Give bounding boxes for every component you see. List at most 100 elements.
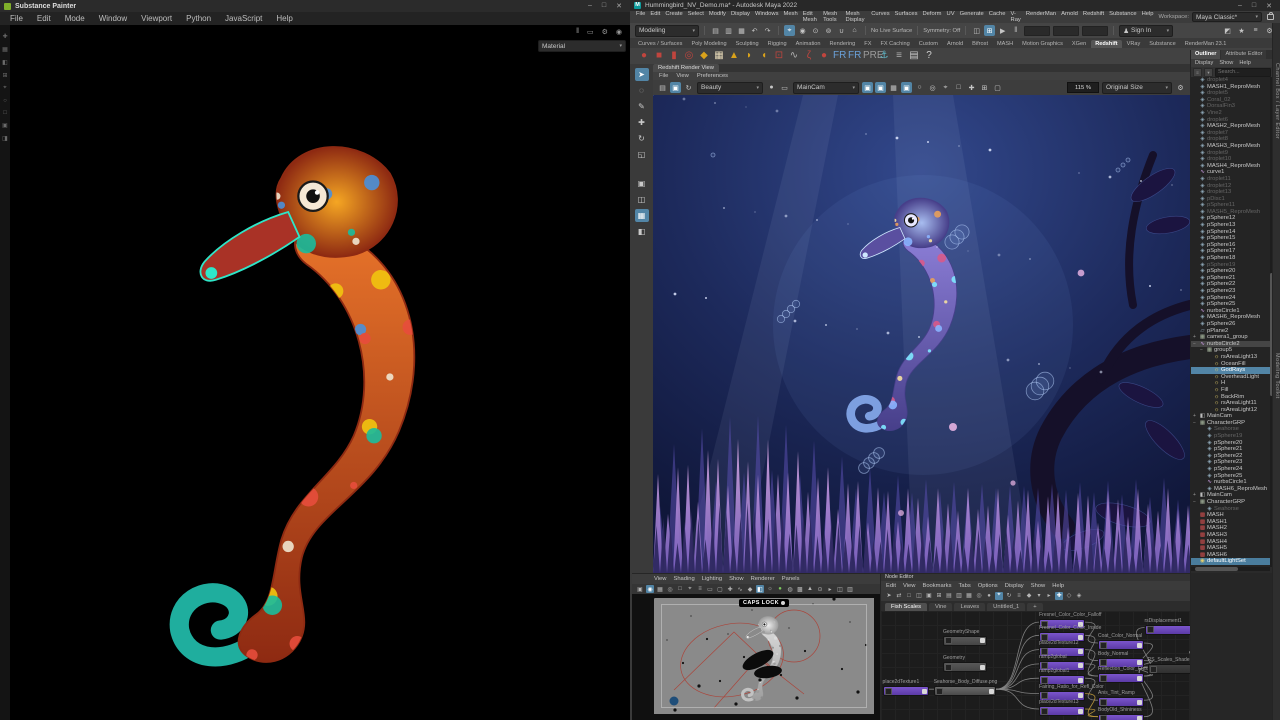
outliner-menu-item[interactable]: Display	[1195, 60, 1213, 66]
outliner-item[interactable]: droplet12	[1191, 183, 1270, 190]
maya-menu-item[interactable]: Mesh	[784, 11, 798, 23]
exposure-icon[interactable]: ▥	[846, 585, 854, 593]
layout-icon[interactable]: ◫	[915, 592, 923, 600]
node-coat-color-normal[interactable]: Coat_Color_Normal	[1098, 633, 1144, 650]
fill-tool-icon[interactable]: ▣	[2, 122, 8, 129]
shelf-tab-renderman-23-1[interactable]: RenderMan 23.1	[1181, 40, 1231, 48]
minimize-icon[interactable]: –	[1238, 2, 1242, 10]
close-icon[interactable]: ✕	[616, 2, 622, 10]
outliner-item[interactable]: + MainCam	[1191, 413, 1270, 420]
lock-icon[interactable]: ⌖	[995, 592, 1003, 600]
pause-icon[interactable]: ‖	[1010, 25, 1021, 36]
maya-menu-item[interactable]: RenderMan	[1026, 11, 1056, 23]
move-tool-icon[interactable]: ✚	[635, 116, 649, 129]
shelf-tab-rigging[interactable]: Rigging	[764, 40, 791, 48]
outliner-item[interactable]: − group5	[1191, 347, 1270, 354]
pan-icon[interactable]: ✚	[966, 82, 977, 93]
layout-icon[interactable]: ⊞	[2, 72, 7, 79]
outliner-item[interactable]: droplet9	[1191, 150, 1270, 157]
blob-icon[interactable]: ●	[818, 50, 830, 62]
node-bodyold-shininess[interactable]: BodyOld_Shininess	[1098, 707, 1144, 720]
outliner-item[interactable]: nurbsCircle1	[1191, 308, 1270, 315]
outliner-item[interactable]: MASH6	[1191, 552, 1270, 559]
outliner-item[interactable]: droplet4	[1191, 77, 1270, 84]
outliner-item[interactable]: pSphere23	[1191, 459, 1270, 466]
graph-icon[interactable]: ▣	[925, 592, 933, 600]
node-editor-tab-leaves[interactable]: Leaves	[954, 603, 985, 611]
outliner-item[interactable]: GodRays	[1191, 367, 1270, 374]
plane-icon[interactable]: ◆	[698, 50, 710, 62]
outliner-item[interactable]: Seahorse	[1191, 426, 1270, 433]
outliner-hscrollbar[interactable]	[1191, 567, 1270, 571]
viewport-canvas[interactable]: 000000000000000000000 CAPS LOCK	[632, 594, 880, 720]
close-icon[interactable]: ✕	[1266, 2, 1272, 10]
render-view-tab[interactable]: Redshift Render View	[653, 64, 719, 72]
outliner-item[interactable]: pSphere25	[1191, 301, 1270, 308]
add-node-icon[interactable]: ⊞	[935, 592, 943, 600]
maya-menu-item[interactable]: Arnold	[1061, 11, 1078, 23]
crop-icon[interactable]: ▭	[779, 82, 790, 93]
node-editor-menu-item[interactable]: Tabs	[958, 583, 970, 589]
snap-point-icon[interactable]: ⊙	[810, 25, 821, 36]
redo-icon[interactable]: ↷	[762, 25, 773, 36]
layout-single-icon[interactable]: ▣	[635, 177, 649, 190]
circle-tool-icon[interactable]: ○	[3, 98, 7, 104]
shelf-tab-mash[interactable]: MASH	[993, 40, 1017, 48]
outliner-item[interactable]: Vine2	[1191, 110, 1270, 117]
construction-history-icon[interactable]: ◫	[971, 25, 982, 36]
outliner-item[interactable]: MASH1	[1191, 519, 1270, 526]
outliner-item[interactable]: MASH3	[1191, 532, 1270, 539]
render-view-menu-item[interactable]: View	[676, 73, 688, 79]
shelf-tab-rendering[interactable]: Rendering	[825, 40, 859, 48]
poly-sphere-icon[interactable]: ●	[638, 50, 650, 62]
io-connections-icon[interactable]: ▥	[955, 592, 963, 600]
sp-menu-item[interactable]: Edit	[37, 14, 51, 23]
outliner-item[interactable]: MASH1_ReproMesh	[1191, 84, 1270, 91]
outliner-item[interactable]: pSphere20	[1191, 440, 1270, 447]
favorites-icon[interactable]: ★	[1236, 25, 1247, 36]
search-input[interactable]	[1215, 68, 1271, 77]
maya-menu-item[interactable]: Generate	[960, 11, 984, 23]
panel-icon[interactable]: ◨	[2, 135, 8, 142]
full-mode-icon[interactable]: ◈	[1075, 592, 1083, 600]
maya-menu-item[interactable]: Create	[665, 11, 682, 23]
spiral-icon[interactable]: ζ	[803, 50, 815, 62]
outliner-item[interactable]: pSphere14	[1191, 229, 1270, 236]
outliner-item[interactable]: droplet11	[1191, 176, 1270, 183]
maya-menu-item[interactable]: Modify	[709, 11, 726, 23]
add-tab-button[interactable]: +	[1027, 603, 1042, 611]
snap-icon[interactable]: ✚	[726, 585, 734, 593]
outliner-item[interactable]: pSphere13	[1191, 222, 1270, 229]
outliner-item[interactable]: H	[1191, 380, 1270, 387]
maya-menu-item[interactable]: Substance	[1109, 11, 1136, 23]
sp-menu-item[interactable]: Help	[276, 14, 292, 23]
node-editor-menu-item[interactable]: Help	[1052, 583, 1064, 589]
outliner-menu-item[interactable]: Show	[1219, 60, 1233, 66]
lock-camera-icon[interactable]: ▣	[862, 82, 873, 93]
maya-menu-item[interactable]: File	[636, 11, 645, 23]
outliner-item[interactable]: droplet8	[1191, 136, 1270, 143]
shelf-tab-substance[interactable]: Substance	[1145, 40, 1179, 48]
outliner-item[interactable]: nurbsCircle1	[1191, 479, 1270, 486]
shelf-tab-redshift[interactable]: Redshift	[1091, 40, 1121, 48]
viewport-menu-item[interactable]: Panels	[782, 576, 800, 582]
maya-menu-item[interactable]: Select	[688, 11, 704, 23]
field-chart-icon[interactable]: ≡	[696, 585, 704, 593]
outliner-item[interactable]: pSphere22	[1191, 281, 1270, 288]
outliner-item[interactable]: BackRim	[1191, 394, 1270, 401]
sp-menu-item[interactable]: Python	[186, 14, 211, 23]
maya-menu-item[interactable]: Edit	[650, 11, 660, 23]
outliner-item[interactable]: pSphere24	[1191, 466, 1270, 473]
sync-icon[interactable]: ▣	[875, 82, 886, 93]
outliner-item[interactable]: pSphere24	[1191, 295, 1270, 302]
shelf-tab-fx-caching[interactable]: FX Caching	[876, 40, 913, 48]
refresh-icon[interactable]: ↻	[683, 82, 694, 93]
node-anis-tint-ramp[interactable]: Anis_Tint_Ramp	[1098, 690, 1144, 707]
outliner-item[interactable]: MASH2_ReproMesh	[1191, 123, 1270, 130]
node-seahorse-body-diffuse-png[interactable]: Seahorse_Body_Diffuse.png	[934, 679, 996, 696]
cone-icon[interactable]: ▲	[728, 50, 740, 62]
channel-box-icon[interactable]: ≡	[1250, 25, 1261, 36]
camera-icon[interactable]: ◉	[646, 585, 654, 593]
isolate-icon[interactable]: ◫	[836, 585, 844, 593]
curve-icon[interactable]: ∿	[788, 50, 800, 62]
